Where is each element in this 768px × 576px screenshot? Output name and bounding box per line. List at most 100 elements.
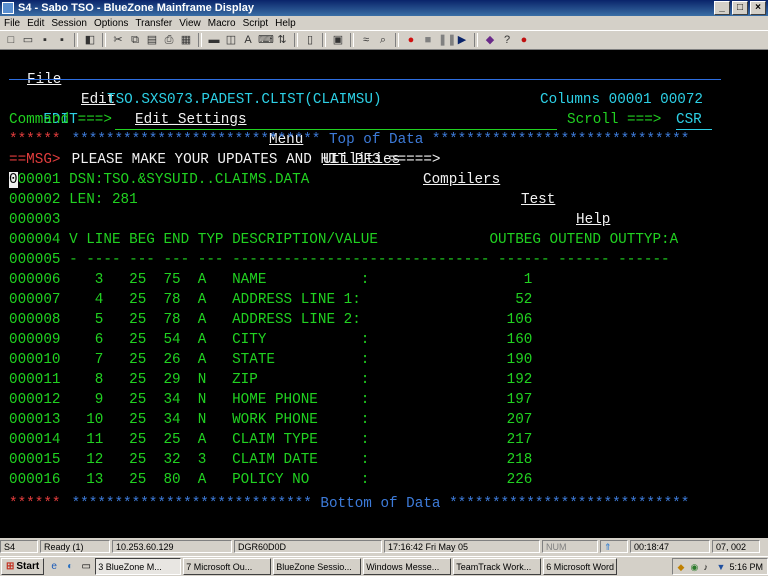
maximize-button[interactable]: □ <box>732 1 748 15</box>
data-row[interactable]: 000009 6 25 54 A CITY : 160 <box>9 330 532 350</box>
windows-logo-icon: ⊞ <box>6 561 15 572</box>
menu-script[interactable]: Script <box>243 18 269 29</box>
task-microsoft-word[interactable]: 6 Microsoft Word <box>543 558 618 575</box>
data-row[interactable]: 000016 13 25 80 A POLICY NO : 226 <box>9 470 532 490</box>
keyboard-icon[interactable]: ⌨ <box>258 33 274 47</box>
command-input[interactable] <box>115 110 557 130</box>
find-icon[interactable]: ▦ <box>179 33 193 47</box>
terminal-screen[interactable]: File Edit Edit_Settings Menu Utilities C… <box>0 50 768 538</box>
paste-icon[interactable]: ▤ <box>145 33 159 47</box>
data-row[interactable]: 000013 10 25 34 N WORK PHONE : 207 <box>9 410 532 430</box>
app-icon <box>2 2 14 14</box>
scroll-input[interactable]: CSR <box>676 110 702 130</box>
display-icon[interactable]: ▬ <box>207 33 221 47</box>
data-row[interactable]: 000006 3 25 75 A NAME : 1 <box>9 270 532 290</box>
open-icon[interactable]: ▭ <box>21 33 35 47</box>
font-icon[interactable]: A <box>241 33 255 47</box>
data-row[interactable]: 000014 11 25 25 A CLAIM TYPE : 217 <box>9 430 532 450</box>
line-text: V LINE BEG END TYP DESCRIPTION/VALUE OUT… <box>60 232 679 248</box>
top-of-data: ***************************** Top of Dat… <box>63 132 690 148</box>
tray-security-icon[interactable]: ▼ <box>716 562 726 572</box>
tray-volume-icon[interactable]: ♪ <box>703 562 713 572</box>
data-row[interactable]: 000008 5 25 78 A ADDRESS LINE 2: 106 <box>9 310 532 330</box>
data-row[interactable]: 000005 - ---- --- --- --- --------------… <box>9 250 670 270</box>
data-row[interactable]: 000007 4 25 78 A ADDRESS LINE 1: 52 <box>9 290 532 310</box>
task-windows-messenger[interactable]: Windows Messe... <box>363 558 452 575</box>
data-row[interactable]: 000011 8 25 29 N ZIP : 192 <box>9 370 532 390</box>
edit-header: EDIT <box>9 90 77 128</box>
tray-network-icon[interactable]: ◉ <box>690 562 700 572</box>
save-icon[interactable]: ▪ <box>38 33 52 47</box>
text-cursor: 0 <box>9 172 18 188</box>
task-bluezone-main[interactable]: 3 BlueZone M... <box>95 558 182 575</box>
menu-macro[interactable]: Macro <box>208 18 236 29</box>
menu-session[interactable]: Session <box>51 18 87 29</box>
menu-file[interactable]: File <box>4 18 20 29</box>
line-number: 000012 <box>9 392 61 408</box>
pause-icon[interactable]: ❚❚ <box>438 33 456 47</box>
properties-icon[interactable]: ◫ <box>224 33 238 47</box>
scroll-label: Scroll ===> <box>567 112 662 128</box>
print-icon[interactable]: ⎙ <box>162 33 176 47</box>
line-text: DSN:TSO.&SYSUID..CLAIMS.DATA <box>60 172 310 188</box>
data-row[interactable]: 000010 7 25 26 A STATE : 190 <box>9 350 532 370</box>
start-button[interactable]: ⊞ Start <box>1 558 45 575</box>
line-number: 000009 <box>9 332 61 348</box>
line-text: - ---- --- --- --- ---------------------… <box>60 252 670 268</box>
data-row[interactable]: 000001 DSN:TSO.&SYSUID..CLAIMS.DATA <box>9 170 309 190</box>
menu-edit[interactable]: Edit <box>27 18 44 29</box>
book-icon[interactable]: ◆ <box>483 33 497 47</box>
columns-indicator: Columns 00001 00072 <box>540 92 704 108</box>
ispf-menu-file[interactable]: File <box>27 70 61 90</box>
close-button[interactable]: × <box>750 1 766 15</box>
macro-icon[interactable]: ≈ <box>359 33 373 47</box>
tray-shield-icon[interactable]: ◆ <box>677 562 687 572</box>
outlook-express-icon[interactable]: ◐ <box>63 560 77 574</box>
data-row[interactable]: 000002 LEN: 281 <box>9 190 138 210</box>
status-ip: 10.253.60.129 <box>112 540 232 553</box>
status-bar: S4 Ready (1) 10.253.60.129 DGR60D0D 17:1… <box>0 538 768 555</box>
apple-icon[interactable]: ● <box>517 33 531 47</box>
ispf-menu-test[interactable]: Test <box>521 190 555 210</box>
zoom-icon[interactable]: ⌕ <box>376 33 390 47</box>
connect-icon[interactable]: ◧ <box>83 33 97 47</box>
record-icon[interactable]: ● <box>404 33 418 47</box>
data-row[interactable]: 000012 9 25 34 N HOME PHONE : 197 <box>9 390 532 410</box>
screen-icon[interactable]: ▣ <box>331 33 345 47</box>
internet-explorer-icon[interactable]: e <box>47 560 61 574</box>
menu-transfer[interactable]: Transfer <box>135 18 172 29</box>
task-microsoft-outlook[interactable]: 7 Microsoft Ou... <box>183 558 272 575</box>
document-icon[interactable]: ▯ <box>303 33 317 47</box>
data-row[interactable]: 000015 12 25 32 3 CLAIM DATE : 218 <box>9 450 532 470</box>
transfer-icon[interactable]: ⇅ <box>275 33 289 47</box>
task-bluezone-session[interactable]: BlueZone Sessio... <box>273 558 362 575</box>
line-text: 5 25 78 A ADDRESS LINE 2: 106 <box>60 312 533 328</box>
task-teamtrack[interactable]: TeamTrack Work... <box>453 558 542 575</box>
show-desktop-icon[interactable]: ▭ <box>79 560 93 574</box>
save-all-icon[interactable]: ▪ <box>55 33 69 47</box>
new-icon[interactable]: □ <box>4 33 18 47</box>
menu-help[interactable]: Help <box>275 18 296 29</box>
window-title-bar[interactable]: S4 - Sabo TSO - BlueZone Mainframe Displ… <box>0 0 768 16</box>
line-number: 000004 <box>9 232 61 248</box>
data-row[interactable]: 000003 <box>9 210 60 230</box>
stop-icon[interactable]: ■ <box>421 33 435 47</box>
minimize-button[interactable]: _ <box>714 1 730 15</box>
bottom-line-number: ****** <box>9 496 61 512</box>
cut-icon[interactable]: ✂ <box>111 33 125 47</box>
status-session: S4 <box>0 540 38 553</box>
copy-icon[interactable]: ⧉ <box>128 33 142 47</box>
msg-prefix: ==MSG> <box>9 152 61 168</box>
data-row[interactable]: 000004 V LINE BEG END TYP DESCRIPTION/VA… <box>9 230 678 250</box>
ispf-menu-compilers[interactable]: Compilers <box>423 170 500 190</box>
tray-clock[interactable]: 5:16 PM <box>729 562 763 572</box>
line-number: 000013 <box>9 412 61 428</box>
bottom-of-data: **************************** Bottom of D… <box>63 496 690 512</box>
help-icon[interactable]: ? <box>500 33 514 47</box>
menu-options[interactable]: Options <box>94 18 128 29</box>
menu-view[interactable]: View <box>179 18 201 29</box>
play-icon[interactable]: ▶ <box>455 33 469 47</box>
ispf-menu-help[interactable]: Help <box>576 210 610 230</box>
status-cursor-pos: 07, 002 <box>712 540 760 553</box>
status-lu: DGR60D0D <box>234 540 382 553</box>
